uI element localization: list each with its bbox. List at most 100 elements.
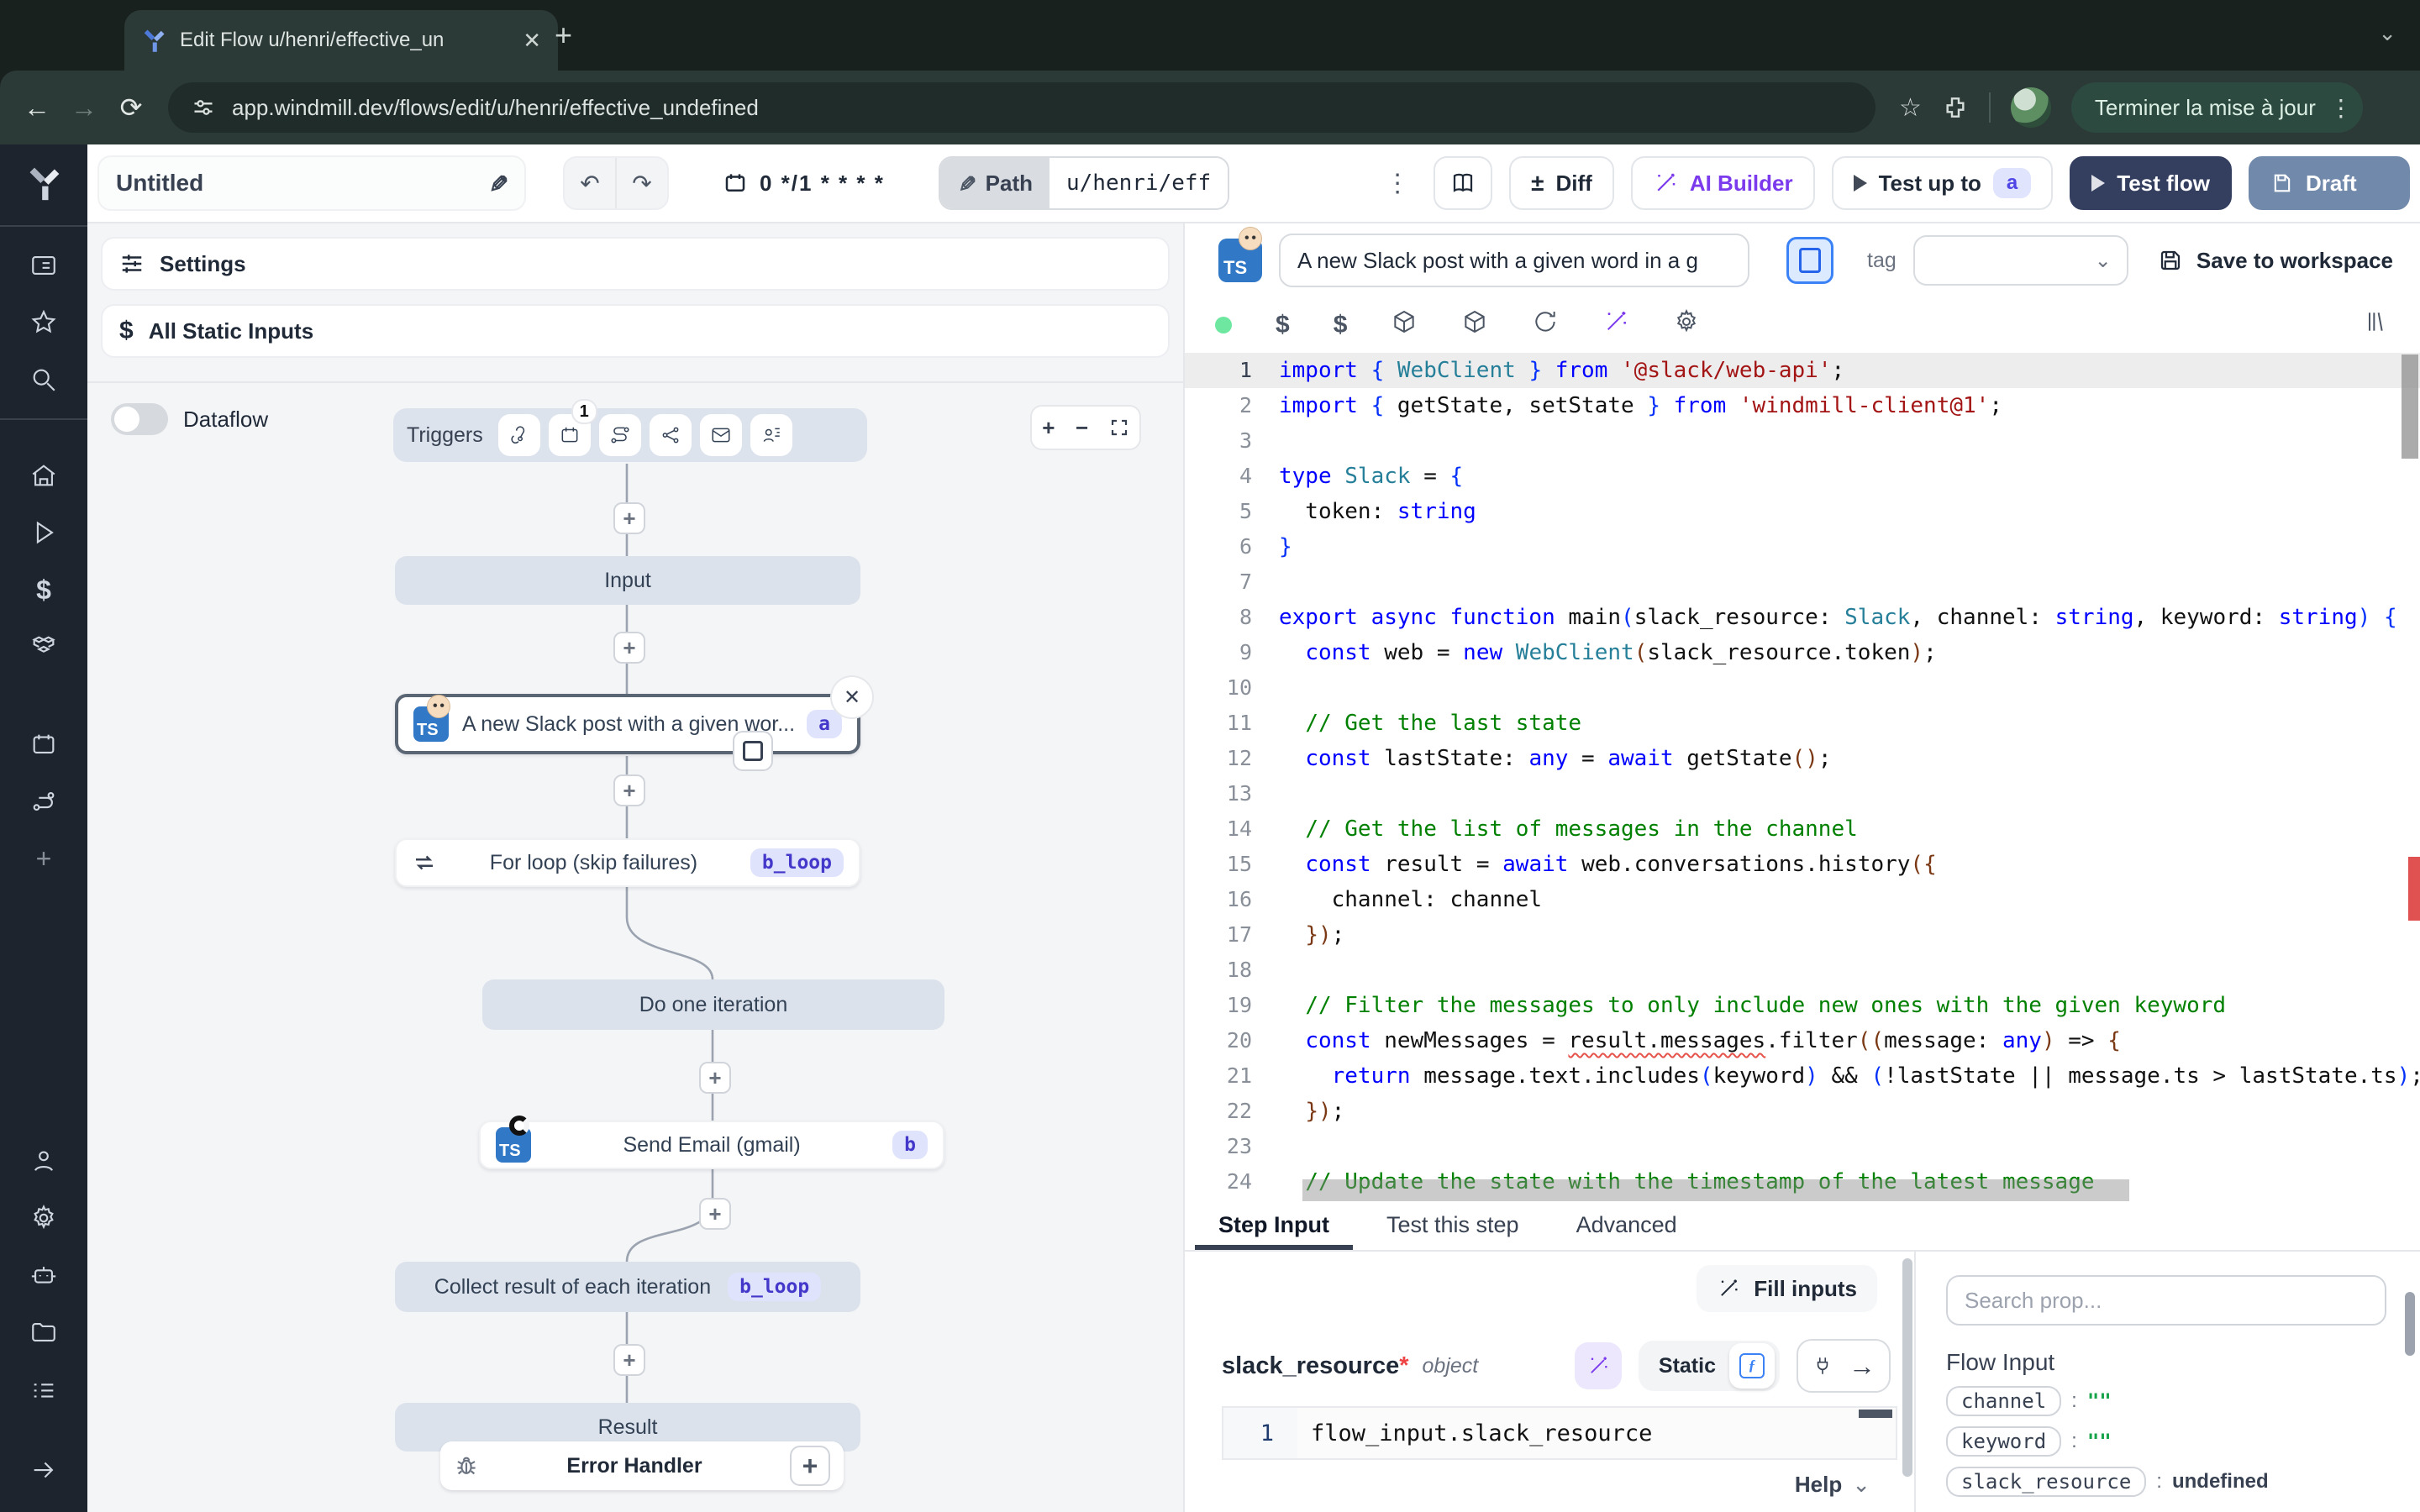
search-prop-input[interactable] — [1946, 1275, 2386, 1326]
sidebar-item-add[interactable]: + — [0, 830, 87, 887]
sidebar-item-folders[interactable] — [0, 1304, 87, 1361]
package-button[interactable] — [1391, 308, 1418, 342]
extensions-icon[interactable] — [1942, 94, 1969, 121]
code-line[interactable]: 15 const result = await web.conversation… — [1185, 847, 2420, 882]
sidebar-item-runs-play[interactable] — [0, 504, 87, 561]
schedule-display[interactable]: 0 */1 * * * * — [723, 171, 885, 197]
fit-view-button[interactable] — [1109, 417, 1129, 438]
all-static-inputs-button[interactable]: $ All Static Inputs — [101, 304, 1170, 358]
vertical-scrollbar[interactable] — [2402, 354, 2418, 459]
code-line[interactable]: 18 — [1185, 953, 2420, 988]
webhook-trigger-icon[interactable] — [498, 414, 540, 456]
add-error-handler-button[interactable]: + — [790, 1446, 830, 1486]
resources-button[interactable]: $ — [1334, 311, 1348, 339]
code-line[interactable]: 10 — [1185, 670, 2420, 706]
ai-assistant-icon[interactable] — [1602, 308, 1629, 342]
diff-button[interactable]: ± Diff — [1509, 156, 1614, 210]
poll-trigger-icon[interactable] — [750, 414, 792, 456]
variables-button[interactable]: $ — [1276, 311, 1290, 339]
flow-name-field[interactable]: Untitled ✎ — [97, 155, 526, 211]
code-line[interactable]: 13 — [1185, 776, 2420, 811]
code-line[interactable]: 8export async function main(slack_resour… — [1185, 600, 2420, 635]
prop-row[interactable]: slack_resource:undefined — [1946, 1467, 2390, 1497]
props-scrollbar[interactable] — [2405, 1292, 2415, 1356]
chrome-update-button[interactable]: Terminer la mise à jour ⋮ — [2071, 82, 2363, 133]
code-line[interactable]: 1import { WebClient } from '@slack/web-a… — [1185, 353, 2420, 388]
site-settings-icon[interactable] — [192, 96, 215, 119]
flow-node-input[interactable]: Input — [395, 556, 860, 605]
add-step-button[interactable]: + — [613, 774, 645, 806]
prop-row[interactable]: channel:"" — [1946, 1386, 2390, 1416]
docs-button[interactable] — [1434, 156, 1492, 210]
back-button[interactable]: ← — [13, 92, 60, 123]
email-trigger-icon[interactable] — [700, 414, 742, 456]
schedule-trigger-icon[interactable]: 1 — [549, 414, 591, 456]
windmill-logo[interactable] — [25, 165, 62, 208]
flow-node-forloop[interactable]: For loop (skip failures) b_loop — [395, 838, 860, 887]
static-toggle[interactable]: Static ƒ — [1639, 1341, 1780, 1391]
sidebar-item-home[interactable] — [0, 447, 87, 504]
add-step-button[interactable]: + — [613, 1344, 645, 1376]
help-toggle[interactable]: Help ⌄ — [1795, 1472, 1870, 1498]
step-summary-input[interactable] — [1279, 234, 1749, 287]
test-flow-button[interactable]: Test flow — [2070, 156, 2232, 210]
ai-fill-button[interactable] — [1575, 1342, 1622, 1389]
flow-node-error-handler[interactable]: Error Handler + — [440, 1441, 844, 1490]
sidebar-item-schedules[interactable] — [0, 716, 87, 773]
path-group[interactable]: ✎ Path u/henri/eff — [939, 156, 1229, 210]
sidebar-item-variables[interactable]: $ — [0, 561, 87, 618]
flow-node-iteration[interactable]: Do one iteration — [482, 979, 944, 1030]
code-line[interactable]: 9 const web = new WebClient(slack_resour… — [1185, 635, 2420, 670]
sidebar-item-runs[interactable] — [0, 237, 87, 294]
sidebar-item-settings[interactable] — [0, 1189, 87, 1247]
delete-step-button[interactable]: ✕ — [830, 675, 874, 719]
package-button[interactable] — [1461, 308, 1488, 342]
code-line[interactable]: 20 const newMessages = result.messages.f… — [1185, 1023, 2420, 1058]
code-line[interactable]: 23 — [1185, 1129, 2420, 1164]
code-line[interactable]: 12 const lastState: any = await getState… — [1185, 741, 2420, 776]
browser-tab[interactable]: Edit Flow u/henri/effective_un ✕ — [124, 10, 558, 71]
code-line[interactable]: 22 }); — [1185, 1094, 2420, 1129]
flow-node-slack-step[interactable]: TS A new Slack post with a given wor... … — [395, 694, 860, 754]
chrome-menu-icon[interactable]: ⋮ — [2329, 94, 2353, 122]
code-line[interactable]: 7 — [1185, 564, 2420, 600]
profile-avatar[interactable] — [2011, 87, 2051, 128]
add-step-button[interactable]: + — [699, 1198, 731, 1230]
sidebar-item-favorites[interactable] — [0, 294, 87, 351]
forward-button[interactable]: → — [60, 92, 108, 123]
reload-button[interactable]: ⟳ — [108, 92, 155, 123]
prop-row[interactable]: keyword:"" — [1946, 1426, 2390, 1457]
code-line[interactable]: 14 // Get the list of messages in the ch… — [1185, 811, 2420, 847]
tag-select[interactable]: ⌄ — [1913, 235, 2128, 286]
triggers-bar[interactable]: Triggers 1 — [393, 408, 867, 462]
sidebar-item-account[interactable] — [0, 1132, 87, 1189]
path-label-segment[interactable]: ✎ Path — [940, 158, 1050, 208]
add-step-button[interactable]: + — [699, 1062, 731, 1094]
redo-button[interactable]: ↷ — [615, 158, 667, 208]
code-line[interactable]: 5 token: string — [1185, 494, 2420, 529]
step-pane-scrollbar[interactable] — [1902, 1258, 1912, 1477]
expression-editor[interactable]: 1 flow_input.slack_resource — [1222, 1406, 1897, 1460]
code-line[interactable]: 11 // Get the last state — [1185, 706, 2420, 741]
script-kind-button[interactable] — [1786, 237, 1833, 284]
javascript-expr-toggle[interactable]: ƒ — [1729, 1343, 1775, 1389]
flow-node-collect[interactable]: Collect result of each iteration b_loop — [395, 1262, 860, 1312]
sidebar-item-search[interactable] — [0, 351, 87, 408]
sidebar-collapse-icon[interactable] — [0, 1441, 87, 1499]
library-icon[interactable] — [2363, 308, 2390, 342]
code-line[interactable]: 3 — [1185, 423, 2420, 459]
tab-close-icon[interactable]: ✕ — [523, 28, 541, 54]
code-line[interactable]: 2import { getState, setState } from 'win… — [1185, 388, 2420, 423]
url-bar[interactable]: app.windmill.dev/flows/edit/u/henri/effe… — [168, 82, 1876, 133]
code-line[interactable]: 16 channel: channel — [1185, 882, 2420, 917]
zoom-in-button[interactable]: + — [1042, 415, 1055, 441]
code-editor[interactable]: 1import { WebClient } from '@slack/web-a… — [1185, 353, 2420, 1203]
new-tab-button[interactable]: + — [555, 20, 572, 50]
horizontal-scrollbar[interactable] — [1302, 1179, 2129, 1201]
tab-search-icon[interactable]: ⌄ — [2378, 20, 2396, 46]
code-line[interactable]: 21 return message.text.includes(keyword)… — [1185, 1058, 2420, 1094]
edit-name-icon[interactable]: ✎ — [484, 173, 512, 192]
save-to-workspace-button[interactable]: Save to workspace — [2158, 248, 2393, 274]
stop-after-step-button[interactable] — [733, 731, 773, 771]
code-line[interactable]: 19 // Filter the messages to only includ… — [1185, 988, 2420, 1023]
